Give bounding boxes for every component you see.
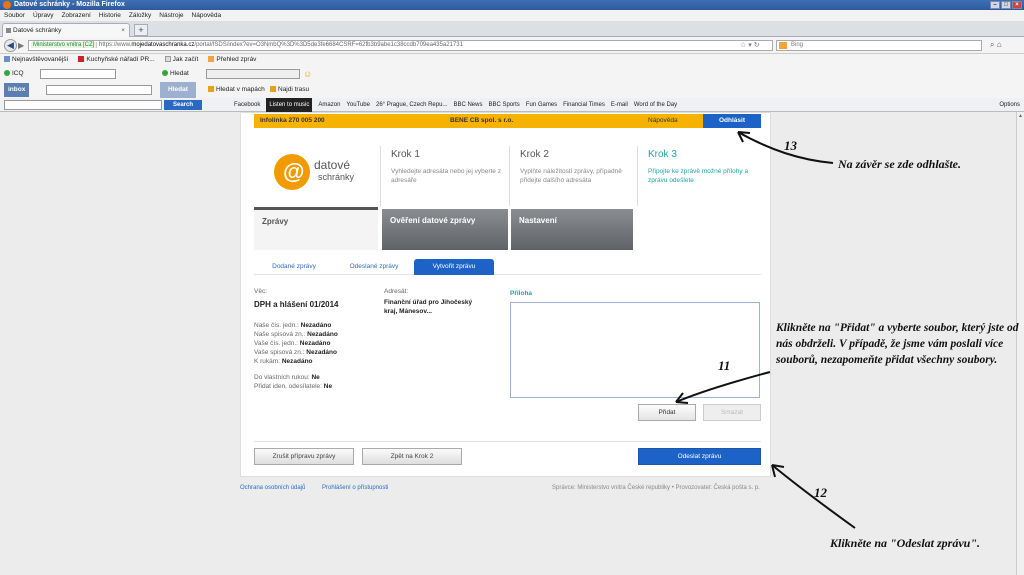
annotation-number-13: 13: [784, 138, 797, 153]
annotation-arrows: [675, 131, 856, 529]
annotation-number-12: 12: [814, 485, 827, 500]
annotation-logout-text: Na závěr se zde odhlašte.: [838, 157, 961, 171]
annotation-add-text: Klikněte na "Přidat" a vyberte soubor, k…: [776, 322, 1019, 366]
arrow-11: [675, 371, 771, 403]
annotation-number-11: 11: [718, 358, 731, 373]
annotation-send-text: Klikněte na "Odeslat zprávu".: [830, 536, 980, 550]
